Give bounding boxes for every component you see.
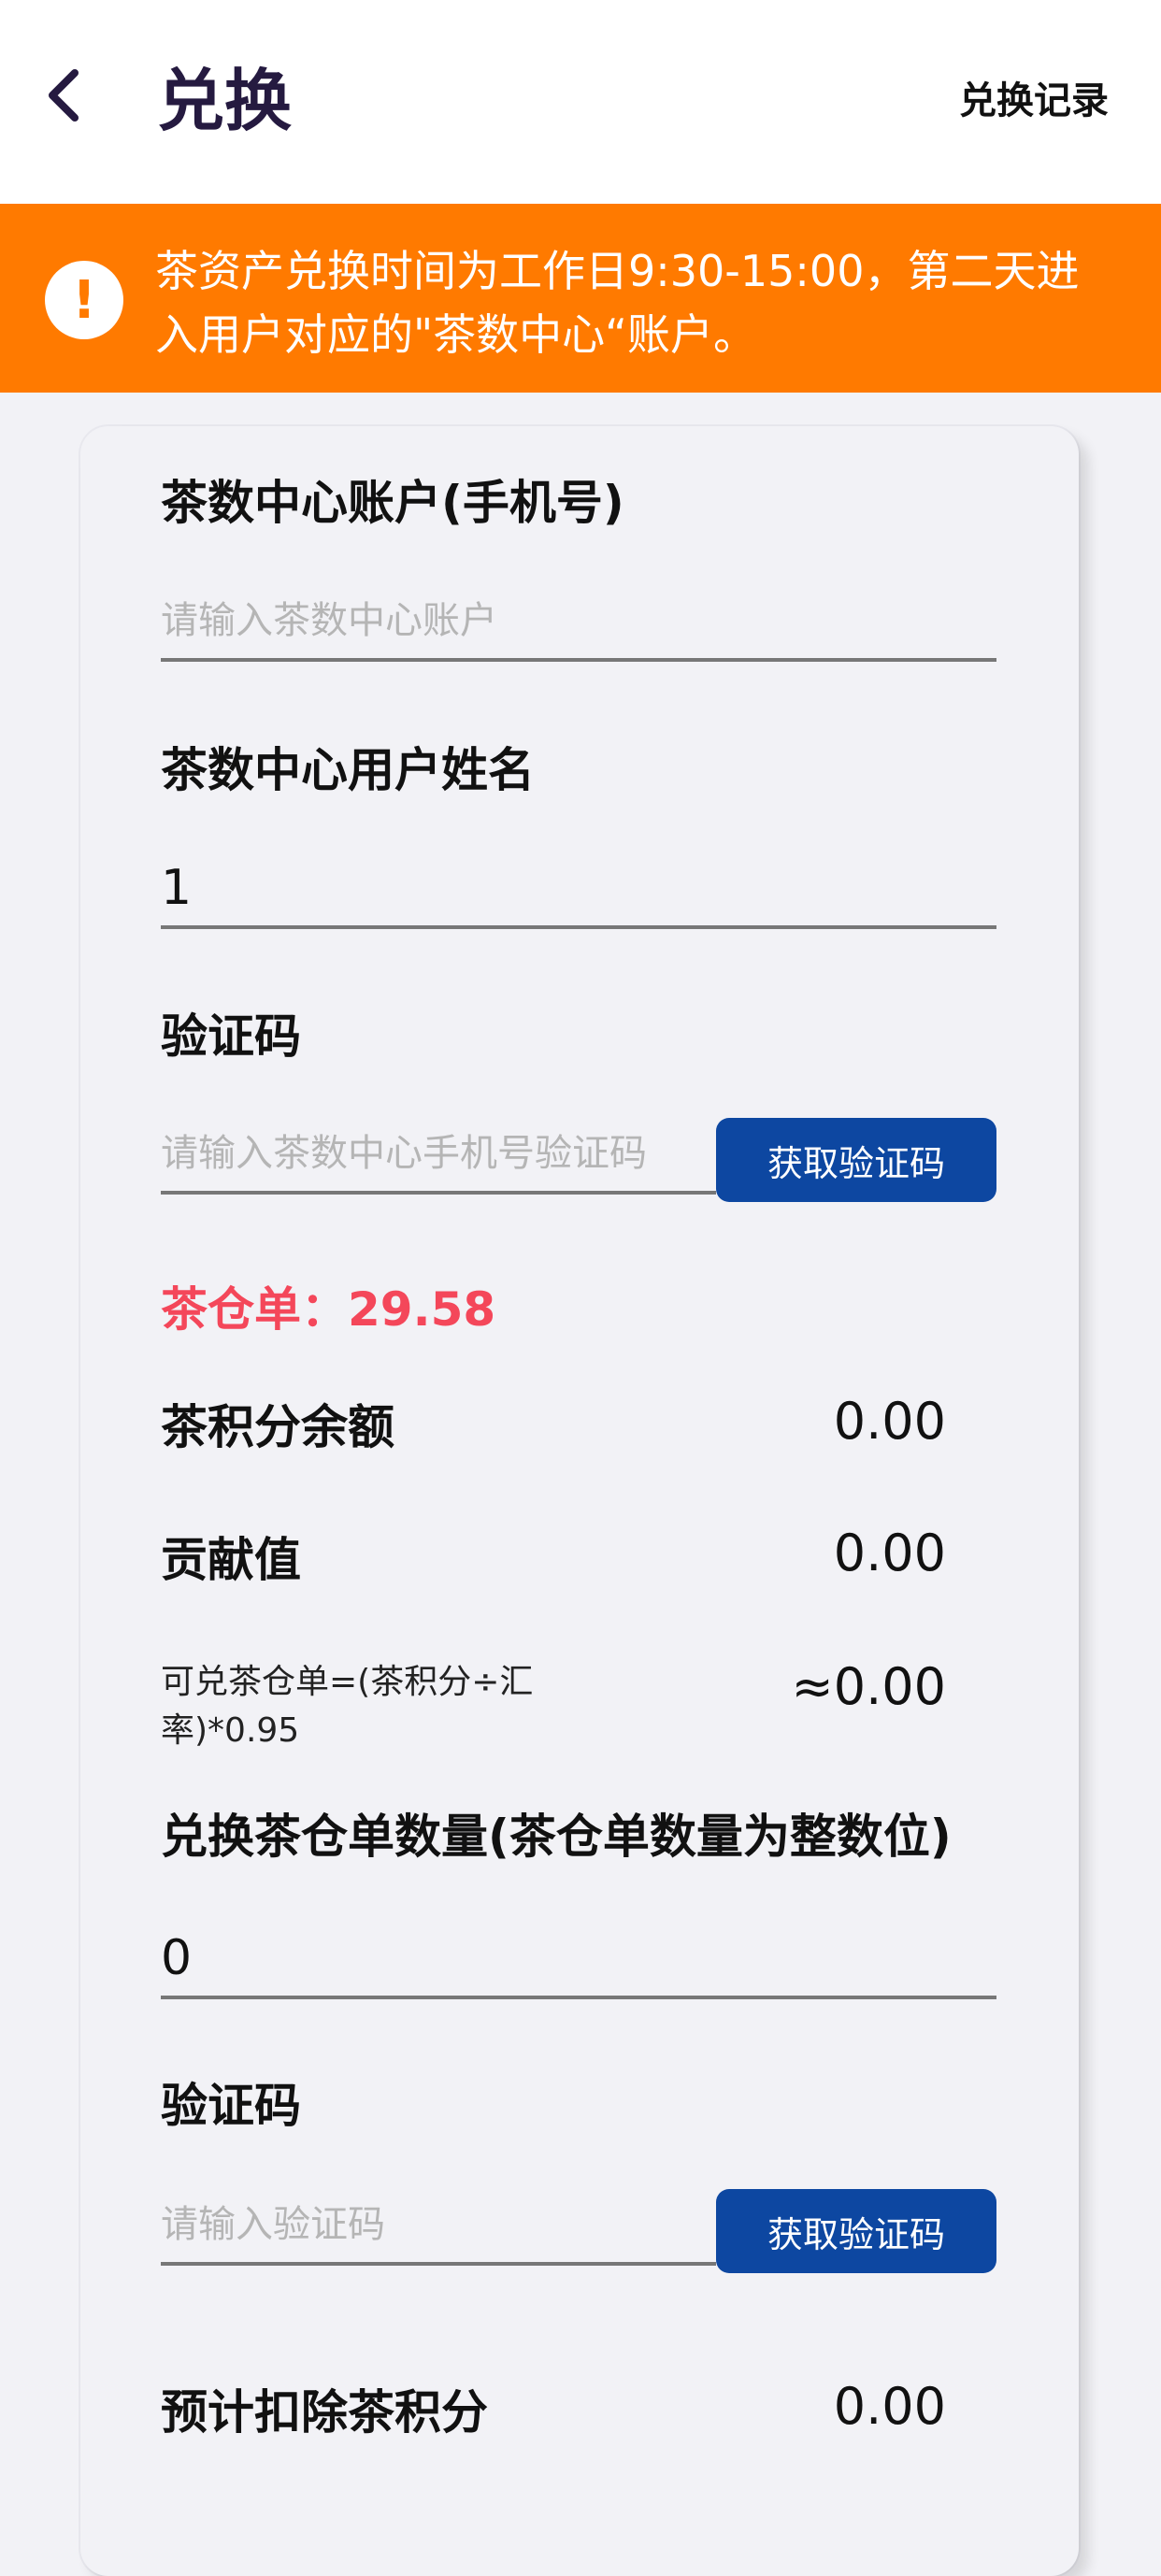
name-input-underline <box>161 925 996 929</box>
chevron-left-icon <box>49 69 79 122</box>
back-button[interactable] <box>36 58 92 133</box>
get-exchange-code-button[interactable]: 获取验证码 <box>716 2189 996 2273</box>
contribution-label: 贡献值 <box>161 1533 301 1587</box>
notice-text: 茶资产兑换时间为工作日9:30-15:00，第二天进入用户对应的"茶数中心“账户… <box>155 246 1080 360</box>
verification-code-label-2: 验证码 <box>161 2079 301 2133</box>
quantity-input[interactable] <box>161 1921 983 1996</box>
verification-code-label: 验证码 <box>161 1009 301 1064</box>
exchange-code-input-underline <box>161 2262 716 2266</box>
page-title: 兑换 <box>157 62 293 140</box>
phone-code-input-underline <box>161 1191 716 1195</box>
exchangeable-amount-value: ≈0.00 <box>791 1657 946 1716</box>
exchange-code-input[interactable] <box>161 2187 703 2262</box>
account-input[interactable] <box>161 583 983 658</box>
quantity-input-underline <box>161 1996 996 1999</box>
quantity-label: 兑换茶仓单数量(茶仓单数量为整数位) <box>161 1810 952 1864</box>
points-balance-value: 0.00 <box>833 1392 946 1451</box>
name-input[interactable] <box>161 851 983 925</box>
alert-icon: ! <box>45 261 123 339</box>
deduct-points-value: 0.00 <box>833 2377 946 2436</box>
warehouse-receipt-balance: 茶仓单：29.58 <box>161 1282 496 1337</box>
account-input-underline <box>161 658 996 662</box>
account-label: 茶数中心账户(手机号) <box>161 476 624 530</box>
exchange-record-link[interactable]: 兑换记录 <box>959 73 1109 129</box>
top-bar: 兑换 兑换记录 <box>0 0 1161 204</box>
deduct-points-label: 预计扣除茶积分 <box>161 2385 488 2440</box>
exchange-formula-text: 可兑茶仓单=(茶积分÷汇率)*0.95 <box>161 1663 534 1750</box>
name-label: 茶数中心用户姓名 <box>161 743 535 797</box>
phone-code-input[interactable] <box>161 1116 703 1191</box>
get-phone-code-button[interactable]: 获取验证码 <box>716 1118 996 1202</box>
points-balance-label: 茶积分余额 <box>161 1400 394 1454</box>
contribution-value: 0.00 <box>833 1524 946 1582</box>
